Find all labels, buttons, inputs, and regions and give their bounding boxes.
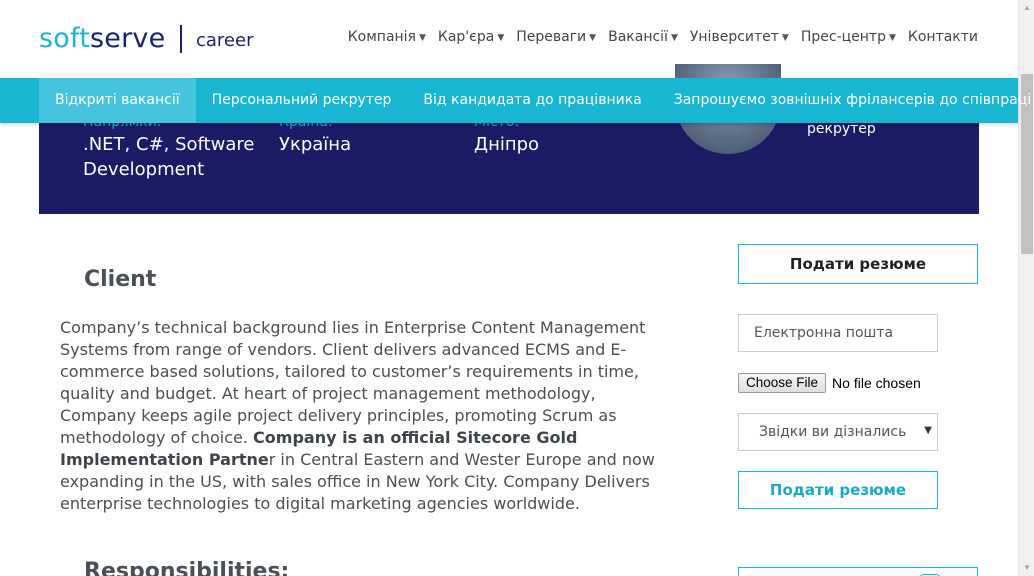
logo-career-text[interactable]: career <box>196 30 253 51</box>
softserve-logo[interactable]: softserve <box>39 23 165 54</box>
scroll-down-arrow-icon[interactable]: ▼ <box>1019 560 1034 576</box>
subnav-item-personal-recruiter[interactable]: Персональний рекрутер <box>196 78 408 123</box>
nav-item-label: Прес-центр <box>800 29 886 45</box>
nav-item-label: Кар'єра <box>437 29 495 45</box>
caret-down-icon: ▼ <box>589 33 597 43</box>
subnav-item-candidate-to-employee[interactable]: Від кандидата до працівника <box>407 78 657 123</box>
source-select-value: Звідки ви дізнались пр <box>759 424 909 440</box>
logo-serve-text: serve <box>90 23 166 54</box>
directions-value: .NET, C#, Software Development <box>83 134 255 180</box>
nav-item-label: Вакансії <box>608 29 668 45</box>
email-field[interactable] <box>738 314 938 352</box>
caret-down-icon: ▼ <box>781 33 789 43</box>
subnav-item-freelancers[interactable]: Запрошуємо зовнішніх фрілансерів до спів… <box>658 78 1034 123</box>
nav-item-benefits[interactable]: Переваги ▼ <box>516 29 596 45</box>
scroll-up-arrow-icon[interactable]: ▲ <box>1019 0 1034 16</box>
resume-file-upload: Choose File No file chosen <box>738 373 921 393</box>
nav-item-label: Компанія <box>347 29 416 45</box>
logo-soft-text: soft <box>39 23 91 54</box>
nav-item-vacancies[interactable]: Вакансії ▼ <box>608 29 678 45</box>
source-select[interactable]: Звідки ви дізнались пр ▼ <box>738 413 938 451</box>
nav-item-contacts[interactable]: Контакти <box>908 29 978 45</box>
submit-resume-button[interactable]: Подати резюме <box>738 471 938 509</box>
city-value: Дніпро <box>474 134 540 155</box>
nav-item-career[interactable]: Кар'єра ▼ <box>438 29 504 45</box>
submit-resume-top-button[interactable]: Подати резюме <box>738 244 978 284</box>
caret-down-icon: ▼ <box>924 425 932 436</box>
choose-file-button[interactable]: Choose File <box>738 373 827 393</box>
page: softserve career Компанія ▼ Кар'єра ▼ Пере… <box>0 0 1034 576</box>
recruiter-role: рекрутер <box>807 121 876 137</box>
caret-down-icon: ▼ <box>418 33 426 43</box>
caret-down-icon: ▼ <box>497 33 505 43</box>
caret-down-icon: ▼ <box>888 33 896 43</box>
nav-item-label: Переваги <box>516 29 587 45</box>
caret-down-icon: ▼ <box>670 33 678 43</box>
nav-item-university[interactable]: Університет ▼ <box>690 29 789 45</box>
file-status-text: No file chosen <box>832 375 921 391</box>
nav-item-press-center[interactable]: Прес-центр ▼ <box>801 29 896 45</box>
client-description: Company’s technical background lies in E… <box>60 317 660 515</box>
nav-item-company[interactable]: Компанія ▼ <box>348 29 426 45</box>
subnav-item-open-vacancies[interactable]: Відкриті вакансії <box>39 78 196 123</box>
main-nav: Компанія ▼ Кар'єра ▼ Переваги ▼ Вакансії ▼ У… <box>348 29 978 45</box>
directions-block: Напрямки: .NET, C#, Software Development <box>83 114 263 182</box>
nav-item-label: Контакти <box>907 29 978 45</box>
career-subnav: Відкриті вакансії Персональний рекрутер … <box>0 78 1031 123</box>
site-header: softserve career Компанія ▼ Кар'єра ▼ Пере… <box>0 0 1018 78</box>
client-heading: Client <box>84 267 157 292</box>
subnav-items: Відкриті вакансії Персональний рекрутер … <box>39 78 1034 123</box>
nav-item-label: Університет <box>689 29 779 45</box>
responsibilities-heading: Responsibilities: <box>84 559 290 576</box>
country-value: Україна <box>279 134 352 155</box>
logo-divider <box>180 25 182 53</box>
recruiter-card-partial <box>738 567 978 576</box>
